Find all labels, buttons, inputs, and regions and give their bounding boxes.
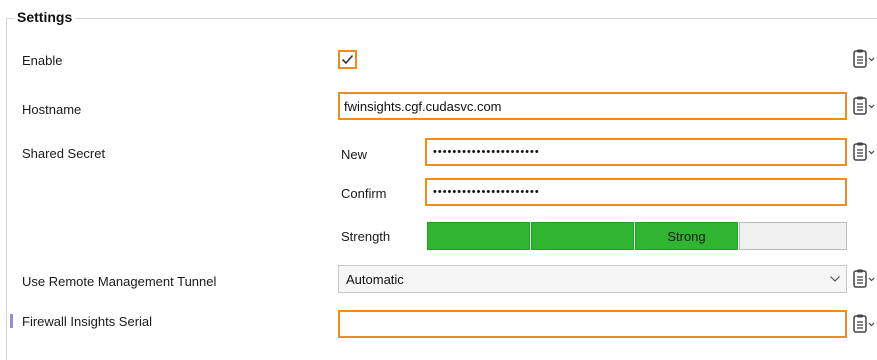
serial-input[interactable] bbox=[338, 310, 847, 338]
shared-secret-label: Shared Secret bbox=[22, 146, 106, 161]
clipboard-menu-icon bbox=[853, 49, 875, 68]
clipboard-menu-icon bbox=[853, 142, 875, 161]
serial-row-menu[interactable] bbox=[852, 313, 877, 335]
serial-label: Firewall Insights Serial bbox=[22, 314, 153, 329]
tunnel-select[interactable]: Automatic bbox=[338, 265, 847, 293]
confirm-secret-label: Confirm bbox=[341, 186, 387, 201]
enable-label: Enable bbox=[22, 53, 63, 68]
chevron-down-icon[interactable] bbox=[828, 272, 842, 286]
new-secret-input[interactable]: •••••••••••••••••••••• bbox=[425, 138, 847, 166]
enable-checkbox[interactable] bbox=[338, 50, 357, 69]
strength-label: Strength bbox=[341, 229, 391, 244]
strength-segment bbox=[427, 222, 530, 250]
group-title: Settings bbox=[14, 9, 76, 25]
shared-secret-row-menu[interactable] bbox=[852, 141, 877, 163]
checkmark-icon bbox=[341, 54, 354, 65]
settings-panel: Settings Enable Hostname fwinsights.cgf.… bbox=[0, 0, 877, 360]
tunnel-label: Use Remote Management Tunnel bbox=[22, 274, 217, 289]
confirm-secret-input[interactable]: •••••••••••••••••••••• bbox=[425, 178, 847, 206]
group-frame-left bbox=[6, 18, 7, 360]
strength-meter: Strong bbox=[427, 222, 848, 250]
clipboard-menu-icon bbox=[853, 314, 875, 333]
group-frame-top bbox=[6, 18, 877, 19]
strength-segment bbox=[531, 222, 634, 250]
hostname-row-menu[interactable] bbox=[852, 95, 877, 117]
new-secret-label: New bbox=[341, 147, 368, 162]
strength-segment: Strong bbox=[635, 222, 738, 250]
enable-row-menu[interactable] bbox=[852, 48, 877, 70]
hostname-label: Hostname bbox=[22, 102, 82, 117]
tunnel-row-menu[interactable] bbox=[852, 268, 877, 290]
strength-text: Strong bbox=[667, 228, 706, 244]
required-field-marker bbox=[10, 314, 13, 328]
clipboard-menu-icon bbox=[853, 96, 875, 115]
hostname-input[interactable]: fwinsights.cgf.cudasvc.com bbox=[338, 92, 847, 120]
strength-segment bbox=[739, 222, 847, 250]
tunnel-selected-value: Automatic bbox=[346, 271, 404, 287]
clipboard-menu-icon bbox=[853, 269, 875, 288]
